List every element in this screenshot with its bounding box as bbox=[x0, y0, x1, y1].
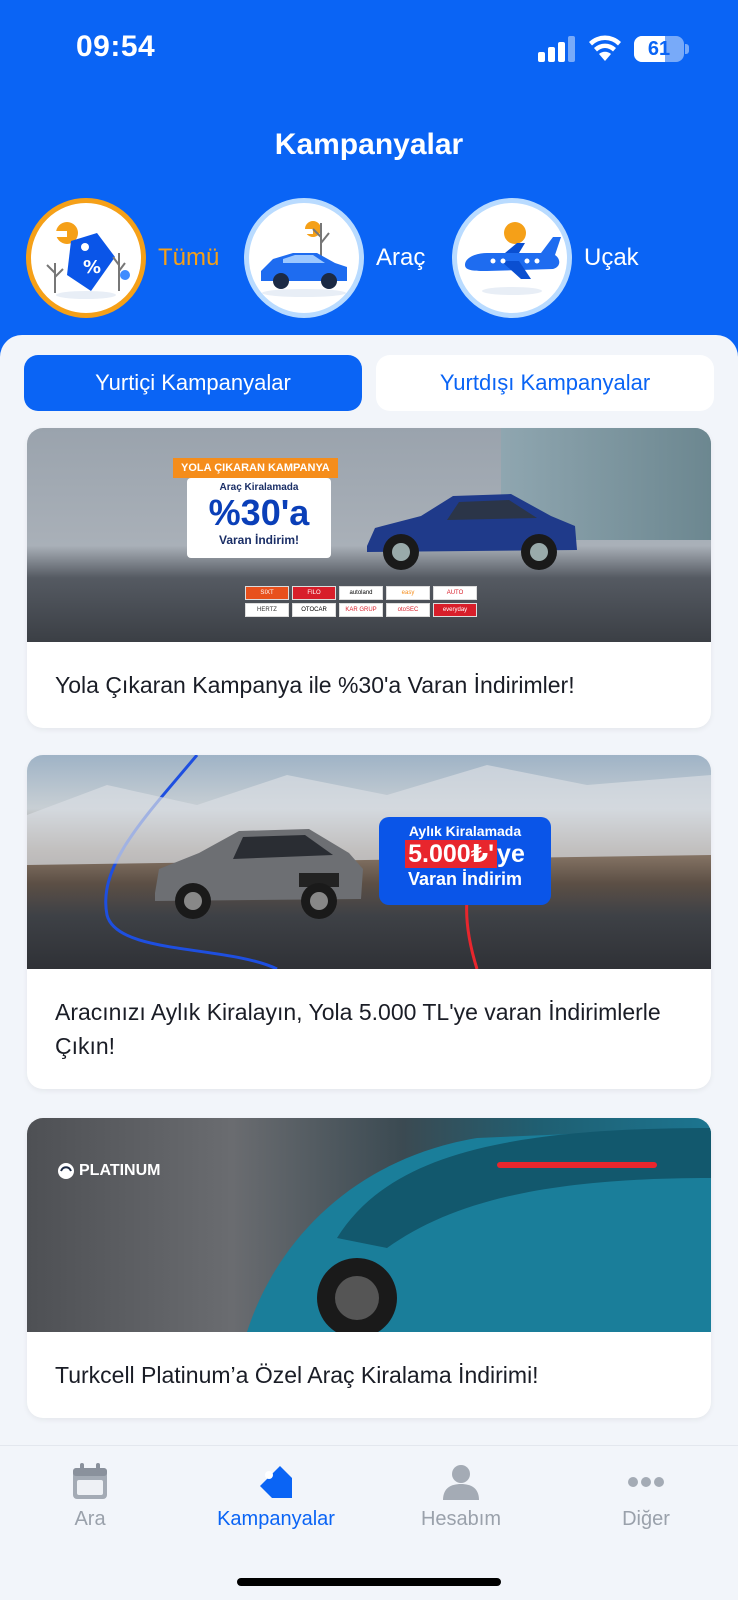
car-image bbox=[367, 494, 577, 570]
platinum-logo: PLATINUM bbox=[57, 1162, 160, 1180]
campaign-banner-image: PLATINUM bbox=[27, 1118, 711, 1332]
tab-label: Kampanyalar bbox=[217, 1508, 335, 1530]
banner-big-text: %30'a bbox=[208, 492, 310, 533]
banner-tag: YOLA ÇIKARAN KAMPANYA bbox=[173, 458, 338, 478]
partner-logo: OTOCAR bbox=[292, 603, 336, 617]
banner-discount-box: Araç Kiralamada %30'a Varan İndirim! bbox=[187, 478, 331, 558]
tab-label: Ara bbox=[74, 1508, 106, 1530]
campaign-card[interactable]: PLATINUM Turkcell Platinum’a Özel Araç K… bbox=[27, 1118, 711, 1418]
more-dots-icon bbox=[628, 1477, 664, 1487]
category-plane[interactable]: Uçak bbox=[452, 198, 639, 318]
partner-logo: otoSEC bbox=[386, 603, 430, 617]
campaign-title: Yola Çıkaran Kampanya ile %30'a Varan İn… bbox=[55, 672, 575, 698]
banner-discount-box: Aylık Kiralamada 5.000₺' ye Varan İndirim bbox=[379, 817, 551, 905]
car-icon bbox=[244, 198, 364, 318]
partner-logo: SIXT bbox=[245, 586, 289, 600]
banner-sub-text: Varan İndirim! bbox=[218, 533, 300, 547]
banner-small-text: Aylık Kiralamada bbox=[408, 823, 522, 839]
status-bar: 09:54 61 bbox=[0, 0, 738, 100]
campaign-list-sheet: Yurtiçi Kampanyalar Yurtdışı Kampanyalar… bbox=[0, 335, 738, 1445]
category-label: Araç bbox=[376, 244, 426, 271]
plane-icon bbox=[452, 198, 572, 318]
tag-icon bbox=[260, 1466, 292, 1498]
partner-logo: easy bbox=[386, 586, 430, 600]
svg-text:%: % bbox=[83, 257, 101, 278]
bottom-tab-bar: Ara Kampanyalar Hesabım Diğer bbox=[0, 1445, 738, 1600]
banner-sub-text: Varan İndirim bbox=[407, 869, 523, 889]
car-image bbox=[155, 829, 363, 919]
user-icon bbox=[443, 1465, 479, 1500]
tab-label: Hesabım bbox=[420, 1508, 502, 1530]
partner-logos: SIXT FILO autoland easy AUTO HERTZ OTOCA… bbox=[245, 586, 495, 617]
category-label: Uçak bbox=[584, 244, 639, 271]
category-car[interactable]: Araç bbox=[244, 198, 425, 318]
tab-more[interactable]: Diğer bbox=[566, 1462, 726, 1531]
campaign-banner-image: Aylık Kiralamada 5.000₺' ye Varan İndirim bbox=[27, 755, 711, 969]
calendar-icon bbox=[73, 1463, 107, 1499]
tab-campaigns[interactable]: Kampanyalar bbox=[196, 1462, 356, 1531]
page-title: Kampanyalar bbox=[274, 128, 464, 161]
campaign-banner-image: YOLA ÇIKARAN KAMPANYA Araç Kiralamada %3… bbox=[27, 428, 711, 642]
partner-logo: FILO bbox=[292, 586, 336, 600]
tab-account[interactable]: Hesabım bbox=[381, 1462, 541, 1531]
home-indicator[interactable] bbox=[237, 1578, 501, 1586]
battery-icon: 61 bbox=[634, 36, 690, 62]
status-time: 09:54 bbox=[76, 30, 156, 63]
banner-brand-text: PLATINUM bbox=[79, 1162, 161, 1179]
tab-search[interactable]: Ara bbox=[10, 1462, 170, 1531]
tab-international-campaigns[interactable]: Yurtdışı Kampanyalar bbox=[376, 355, 714, 411]
banner-amount: 5.000₺' bbox=[405, 840, 498, 868]
partner-logo: HERTZ bbox=[245, 603, 289, 617]
campaign-card[interactable]: Aylık Kiralamada 5.000₺' ye Varan İndirim… bbox=[27, 755, 711, 1089]
wifi-icon bbox=[589, 35, 621, 61]
tab-domestic-campaigns[interactable]: Yurtiçi Kampanyalar bbox=[24, 355, 362, 411]
tab-label: Diğer bbox=[622, 1508, 670, 1530]
category-label: Tümü bbox=[158, 244, 220, 271]
campaign-title: Aracınızı Aylık Kiralayın, Yola 5.000 TL… bbox=[55, 999, 661, 1059]
banner-suffix: ye bbox=[497, 840, 525, 868]
cellular-signal-icon bbox=[538, 36, 575, 62]
tag-icon: % bbox=[26, 198, 146, 318]
car-image bbox=[247, 1128, 711, 1332]
header: 09:54 61 Kampanyalar % Tümü Araç Uçak bbox=[0, 0, 738, 365]
campaign-card[interactable]: YOLA ÇIKARAN KAMPANYA Araç Kiralamada %3… bbox=[27, 428, 711, 728]
partner-logo: autoland bbox=[339, 586, 383, 600]
turkcell-logo-icon bbox=[58, 1163, 74, 1179]
campaign-title: Turkcell Platinum’a Özel Araç Kiralama İ… bbox=[55, 1362, 539, 1388]
partner-logo: KAR GRUP bbox=[339, 603, 383, 617]
battery-level-text: 61 bbox=[647, 38, 671, 60]
partner-logo: AUTO bbox=[433, 586, 477, 600]
category-all[interactable]: % Tümü bbox=[26, 198, 219, 318]
partner-logo: everyday bbox=[433, 603, 477, 617]
